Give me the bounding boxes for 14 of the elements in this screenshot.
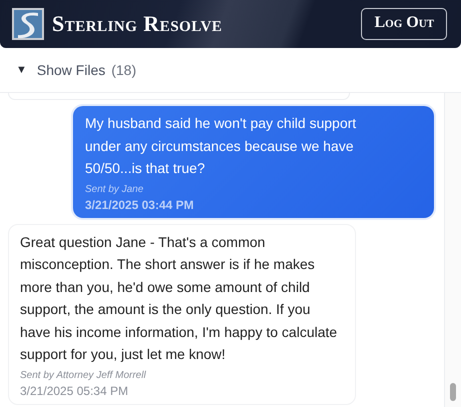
sender-label: Sent by Jane <box>85 182 144 196</box>
sender-label: Sent by Attorney Jeff Morrell <box>20 368 147 382</box>
message-timestamp: 3/21/2025 03:44 PM <box>85 196 195 214</box>
scrollbar[interactable] <box>444 93 461 407</box>
scrollbar-thumb[interactable] <box>450 383 456 401</box>
logo-icon <box>12 8 44 40</box>
files-count: (18) <box>111 62 136 78</box>
brand-title: Sterling Resolve <box>52 11 222 37</box>
show-files-toggle[interactable]: Show Files <box>36 62 106 78</box>
disclosure-arrow[interactable]: ▼ <box>16 64 27 76</box>
logout-button[interactable]: Log Out <box>361 8 447 40</box>
message-text: My husband said he won't pay child support under any circumstances because we have 50/50...is that true? <box>85 114 358 178</box>
message-text: Great question Jane - That's a common misconception. The short answer is if he makes more than you, he'd owe some amount of child support, the amount is the only question. If you have his income information, I'm happy to calculate support for you, just let me know! <box>20 232 338 364</box>
message-timestamp: 3/21/2025 05:34 PM <box>20 382 130 400</box>
